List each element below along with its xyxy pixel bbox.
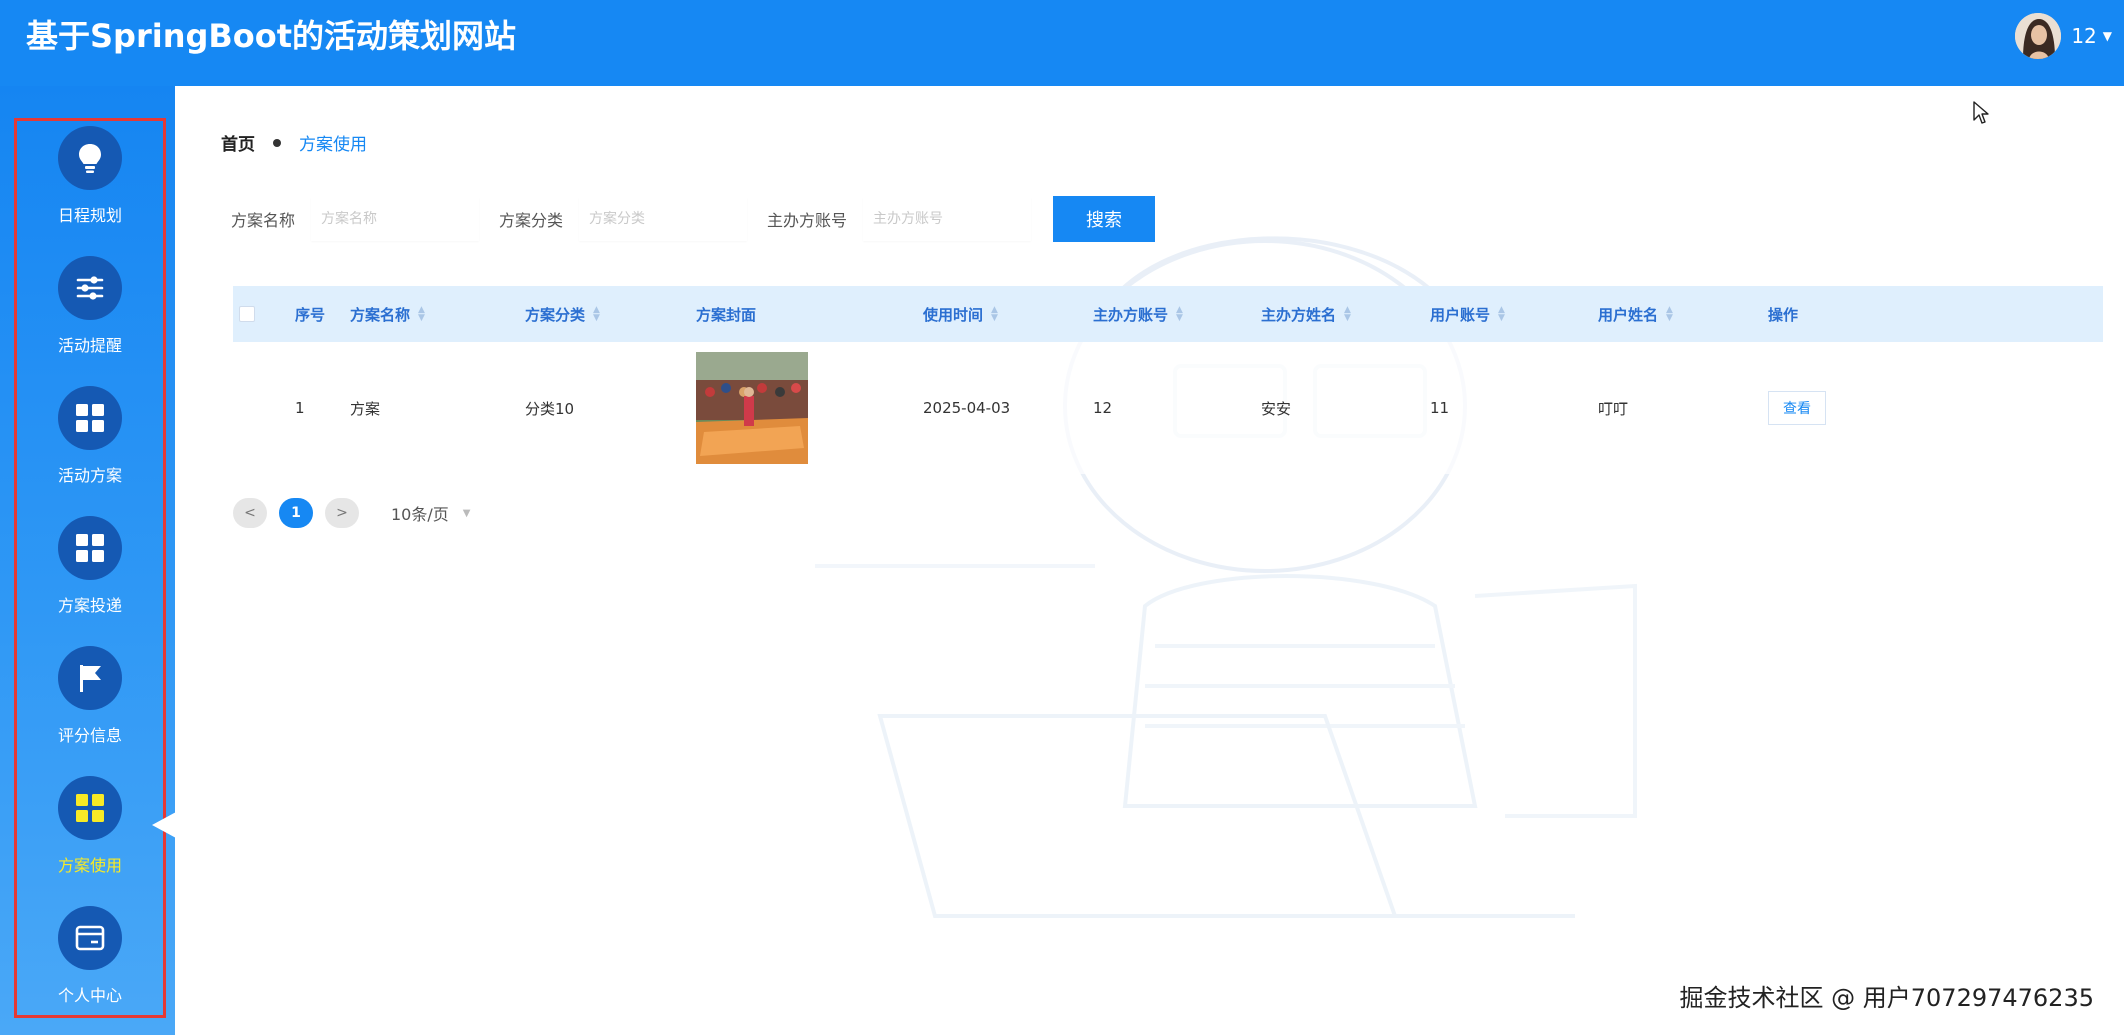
app-title: 基于SpringBoot的活动策划网站	[26, 17, 517, 55]
table-header: 序号 方案名称 ▲ ▼ 方案分类 ▲ ▼ 方案封面 使用时间 ▲ ▼ 主办方账号 ▲ ▼ 主办方…	[233, 286, 2103, 342]
sidebar-item-label: 活动提醒	[57, 336, 122, 355]
column-header[interactable]: 用户姓名	[1598, 304, 1658, 325]
column-header: 方案封面	[696, 305, 757, 324]
host-account-cell: 12	[1093, 399, 1113, 417]
next-page-button[interactable]: >	[325, 498, 359, 528]
user-menu[interactable]: 12 ▼	[2015, 12, 2112, 60]
sidebar-item-plan-delivery[interactable]: 方案投递	[17, 516, 163, 636]
chevron-down-icon[interactable]: ▼	[2103, 29, 2112, 43]
sort-icon[interactable]: ▲ ▼	[991, 306, 998, 323]
view-button[interactable]: 查看	[1768, 391, 1826, 425]
sort-icon[interactable]: ▲ ▼	[1344, 306, 1351, 323]
sidebar-item-label: 评分信息	[57, 726, 122, 745]
pagination: < 1 > 10条/页 ▼	[233, 498, 470, 528]
mouse-cursor-icon	[1973, 101, 1989, 124]
page-number-button[interactable]: 1	[279, 498, 313, 528]
search-button[interactable]: 搜索	[1053, 196, 1156, 242]
use-time-cell: 2025-04-03	[923, 399, 1011, 417]
background-illustration	[815, 236, 1637, 918]
lightbulb-icon	[58, 126, 122, 190]
sidebar-item-profile[interactable]: 个人中心	[17, 906, 163, 1026]
grid-icon	[58, 776, 122, 840]
sort-icon[interactable]: ▲ ▼	[1498, 306, 1505, 323]
sidebar-item-label: 活动方案	[57, 466, 122, 485]
sidebar-item-label: 方案使用	[57, 856, 122, 875]
breadcrumb: 首页 方案使用	[221, 130, 367, 155]
column-header[interactable]: 使用时间	[923, 304, 983, 325]
sidebar-item-reminder[interactable]: 活动提醒	[17, 256, 163, 376]
host-account-label: 主办方账号	[767, 211, 848, 230]
row-index: 1	[295, 399, 305, 417]
plan-cover-image[interactable]	[696, 352, 808, 464]
select-all-checkbox[interactable]	[239, 306, 255, 322]
top-bar: 基于SpringBoot的活动策划网站 12 ▼	[0, 0, 2124, 86]
sort-icon[interactable]: ▲ ▼	[1176, 306, 1183, 323]
sliders-icon	[58, 256, 122, 320]
plan-name-cell: 方案	[350, 399, 381, 418]
table-row[interactable]: 1 方案 分类10 2025-04-03 12 安安 11 叮叮 查看	[233, 342, 2103, 474]
host-account-input[interactable]	[863, 197, 1032, 241]
sidebar-item-activity-plan[interactable]: 活动方案	[17, 386, 163, 506]
host-name-cell: 安安	[1261, 399, 1292, 418]
column-header[interactable]: 主办方账号	[1093, 304, 1168, 325]
column-header[interactable]: 用户账号	[1430, 304, 1490, 325]
flag-icon	[58, 646, 122, 710]
breadcrumb-home[interactable]: 首页	[221, 130, 255, 155]
sidebar-item-label: 日程规划	[57, 206, 122, 225]
plan-category-label: 方案分类	[499, 211, 564, 230]
sort-icon[interactable]: ▲ ▼	[1666, 306, 1673, 323]
user-account-cell: 11	[1430, 399, 1450, 417]
page-size-value: 10条/页	[391, 505, 449, 524]
user-name-cell: 叮叮	[1598, 399, 1629, 418]
plan-usage-table: 序号 方案名称 ▲ ▼ 方案分类 ▲ ▼ 方案封面 使用时间 ▲ ▼ 主办方账号 ▲ ▼ 主办方…	[233, 286, 2103, 474]
sidebar-item-label: 个人中心	[57, 986, 122, 1005]
sort-icon[interactable]: ▲ ▼	[593, 306, 600, 323]
column-header: 操作	[1768, 305, 1799, 324]
plan-category-input[interactable]	[579, 197, 748, 241]
breadcrumb-current: 方案使用	[299, 135, 367, 155]
chevron-down-icon: ▼	[462, 507, 471, 519]
user-name[interactable]: 12	[2071, 24, 2096, 48]
page-size-select[interactable]: 10条/页 ▼	[391, 501, 470, 525]
watermark-text: 掘金技术社区 @ 用户707297476235	[1679, 984, 2095, 1012]
plan-category-cell: 分类10	[525, 399, 575, 418]
card-icon	[58, 906, 122, 970]
sidebar-item-rating[interactable]: 评分信息	[17, 646, 163, 766]
plan-name-input[interactable]	[311, 197, 480, 241]
sidebar-item-plan-usage[interactable]: 方案使用	[17, 776, 163, 896]
grid-icon	[58, 516, 122, 580]
main-content: 首页 方案使用 方案名称 方案分类 主办方账号 搜索 序号 方案名称▲▼ 方案分…	[175, 86, 2124, 1035]
grid-icon	[58, 386, 122, 450]
column-header[interactable]: 方案名称	[350, 304, 410, 325]
column-header[interactable]: 主办方姓名	[1261, 304, 1336, 325]
column-header: 序号	[295, 305, 326, 324]
avatar[interactable]	[2015, 13, 2062, 59]
sidebar-item-label: 方案投递	[57, 596, 122, 615]
search-bar: 方案名称 方案分类 主办方账号 搜索	[231, 196, 1156, 242]
sidebar-item-schedule[interactable]: 日程规划	[17, 126, 163, 246]
prev-page-button[interactable]: <	[233, 498, 267, 528]
column-header[interactable]: 方案分类	[525, 304, 585, 325]
breadcrumb-separator	[273, 138, 281, 147]
plan-name-label: 方案名称	[231, 211, 296, 230]
sort-icon[interactable]: ▲ ▼	[418, 306, 425, 323]
